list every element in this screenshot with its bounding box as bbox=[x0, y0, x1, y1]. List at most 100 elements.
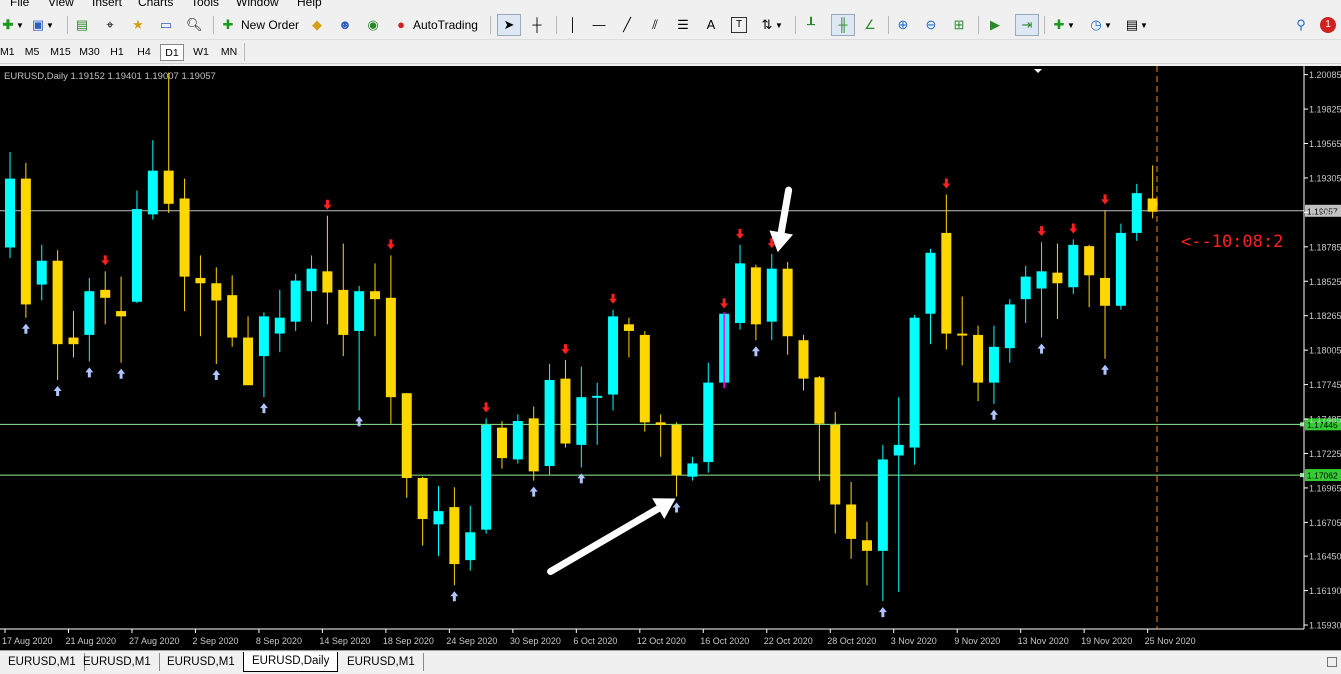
chart-tab-5[interactable]: EURUSD,M1 bbox=[339, 653, 424, 671]
timeframe-m1[interactable]: M1 bbox=[0, 44, 15, 61]
timeframe-m5[interactable]: M5 bbox=[19, 44, 45, 61]
new-chart-button[interactable]: ✚ ▼ bbox=[0, 14, 24, 36]
timeframe-d1[interactable]: D1 bbox=[160, 44, 184, 61]
chart-tab-3[interactable]: EURUSD,M1 bbox=[159, 653, 244, 671]
tile-windows-button[interactable]: ⊞ bbox=[951, 14, 967, 36]
bullish-candle bbox=[766, 268, 777, 322]
user-icon: ☻ bbox=[338, 17, 352, 32]
candlestick-chart-button[interactable]: ╫ bbox=[831, 14, 855, 36]
search-button[interactable]: ⚲ bbox=[1293, 14, 1309, 36]
price-label-text: 1.17062 bbox=[1307, 471, 1338, 481]
bullish-candle bbox=[354, 291, 365, 331]
time-tick-label: 19 Nov 2020 bbox=[1081, 636, 1132, 646]
metaeditor-button[interactable]: ◆ bbox=[309, 14, 325, 36]
crosshair-target-icon: ⌖ bbox=[106, 17, 114, 32]
bearish-candle bbox=[322, 271, 333, 293]
main-toolbar: ✚ ▼ ▣ ▼ ▤ ⌖ ★ ▭ 🔍︎ ✚ New Order ◆ ☻ ◉ ● AutoT… bbox=[0, 10, 1341, 40]
text-label-tool-button[interactable]: T bbox=[731, 14, 747, 36]
autoscroll-button[interactable]: ▶ bbox=[987, 14, 1003, 36]
bullish-candle bbox=[481, 424, 492, 530]
indicators-button[interactable]: ✚ ▼ bbox=[1051, 14, 1075, 36]
notifications-button[interactable]: 1 bbox=[1320, 14, 1336, 36]
sell-signal-arrow bbox=[1069, 223, 1078, 234]
time-tick-label: 25 Nov 2020 bbox=[1145, 636, 1196, 646]
profiles-icon: ▣ bbox=[31, 17, 45, 32]
new-order-button[interactable]: ✚ New Order bbox=[220, 14, 299, 36]
arrows-tool-button[interactable]: ⇅ ▼ bbox=[759, 14, 783, 36]
buy-signal-arrow bbox=[751, 346, 760, 357]
accounts-button[interactable]: ☻ bbox=[337, 14, 353, 36]
autotrading-label: AutoTrading bbox=[413, 18, 478, 32]
line-chart-button[interactable]: ∠ bbox=[862, 14, 878, 36]
profiles-button[interactable]: ▣ ▼ bbox=[30, 14, 54, 36]
zoom-in-button[interactable]: ⊕ bbox=[895, 14, 911, 36]
menu-file[interactable]: File bbox=[10, 0, 29, 9]
templates-icon: ▤ bbox=[1125, 17, 1139, 32]
menu-tools[interactable]: Tools bbox=[191, 0, 219, 9]
strategy-tester-button[interactable]: 🔍︎ bbox=[186, 14, 203, 36]
candlestick-icon: ╫ bbox=[838, 17, 848, 32]
price-tick-label: 1.17485 bbox=[1309, 415, 1341, 425]
menu-window[interactable]: Window bbox=[236, 0, 279, 9]
signals-button[interactable]: ◉ bbox=[365, 14, 381, 36]
data-window-button[interactable]: ⌖ bbox=[102, 14, 118, 36]
chart-tab-2[interactable]: EURUSD,M1 bbox=[75, 653, 160, 671]
bar-chart-button[interactable]: ┸ bbox=[803, 14, 819, 36]
folder-star-icon: ★ bbox=[132, 17, 144, 32]
price-tick-label: 1.19565 bbox=[1309, 139, 1341, 149]
bearish-candle bbox=[179, 198, 190, 277]
periods-button[interactable]: ◷ ▼ bbox=[1088, 14, 1112, 36]
crosshair-tool-button[interactable]: ┼ bbox=[529, 14, 545, 36]
horizontal-line-icon: — bbox=[592, 17, 606, 32]
channel-tool-button[interactable]: ⫽ bbox=[647, 14, 663, 36]
text-tool-button[interactable]: A bbox=[703, 14, 719, 36]
timeframe-w1[interactable]: W1 bbox=[188, 44, 214, 61]
chart-shift-marker[interactable] bbox=[1034, 69, 1042, 73]
chart-window[interactable]: 1.19057 1.17445 1.17062 1.20085 1.19825 1.19… bbox=[0, 66, 1341, 650]
trendline-tool-button[interactable]: ╱ bbox=[619, 14, 635, 36]
notification-icon: 1 bbox=[1320, 17, 1336, 33]
chart-tab-1[interactable]: EURUSD,M1 bbox=[0, 653, 85, 671]
cursor-arrow-icon: ➤ bbox=[503, 17, 515, 32]
menu-charts[interactable]: Charts bbox=[138, 0, 173, 9]
annotation-arrow-shaft bbox=[777, 186, 793, 236]
tabs-scroll-icon[interactable] bbox=[1327, 657, 1337, 667]
bearish-candle bbox=[1147, 198, 1158, 212]
trendline-icon: ╱ bbox=[623, 17, 631, 32]
menu-view[interactable]: View bbox=[48, 0, 74, 9]
price-tick-label: 1.19305 bbox=[1309, 173, 1341, 183]
bullish-candle bbox=[290, 280, 301, 322]
timeframe-mn[interactable]: MN bbox=[216, 44, 242, 61]
horizontal-line-tool-button[interactable]: — bbox=[591, 14, 607, 36]
bearish-candle bbox=[814, 377, 825, 424]
search-icon: ⚲ bbox=[1296, 17, 1306, 32]
bearish-candle bbox=[417, 477, 428, 520]
price-chart[interactable]: 1.190571.174451.17062 1.200851.198251.19… bbox=[0, 66, 1341, 650]
bearish-candle bbox=[52, 260, 63, 345]
menu-help[interactable]: Help bbox=[297, 0, 322, 9]
bearish-candle bbox=[401, 393, 412, 478]
navigator-button[interactable]: ★ bbox=[130, 14, 146, 36]
timeframe-h4[interactable]: H4 bbox=[132, 44, 156, 61]
templates-button[interactable]: ▤ ▼ bbox=[1124, 14, 1148, 36]
sell-signal-arrow bbox=[168, 66, 170, 67]
autotrading-button[interactable]: ● AutoTrading bbox=[393, 14, 478, 36]
timeframe-m30[interactable]: M30 bbox=[76, 44, 103, 61]
menu-insert[interactable]: Insert bbox=[92, 0, 122, 9]
bearish-candle bbox=[1100, 277, 1111, 306]
price-tick-label: 1.17225 bbox=[1309, 449, 1341, 459]
chart-tab-4[interactable]: EURUSD,Daily bbox=[243, 652, 339, 672]
vertical-line-tool-button[interactable]: │ bbox=[565, 14, 581, 36]
market-watch-button[interactable]: ▤ bbox=[74, 14, 90, 36]
cursor-tool-button[interactable]: ➤ bbox=[497, 14, 521, 36]
terminal-button[interactable]: ▭ bbox=[158, 14, 174, 36]
timeframe-m15[interactable]: M15 bbox=[47, 44, 74, 61]
chart-shift-button[interactable]: ⇥ bbox=[1015, 14, 1039, 36]
time-tick-label: 2 Sep 2020 bbox=[192, 636, 238, 646]
timeframe-h1[interactable]: H1 bbox=[105, 44, 129, 61]
buy-signal-arrow bbox=[989, 409, 998, 420]
zoom-out-button[interactable]: ⊖ bbox=[923, 14, 939, 36]
time-tick-label: 9 Nov 2020 bbox=[954, 636, 1000, 646]
time-tick-label: 17 Aug 2020 bbox=[2, 636, 53, 646]
fibonacci-tool-button[interactable]: ☰ bbox=[675, 14, 691, 36]
